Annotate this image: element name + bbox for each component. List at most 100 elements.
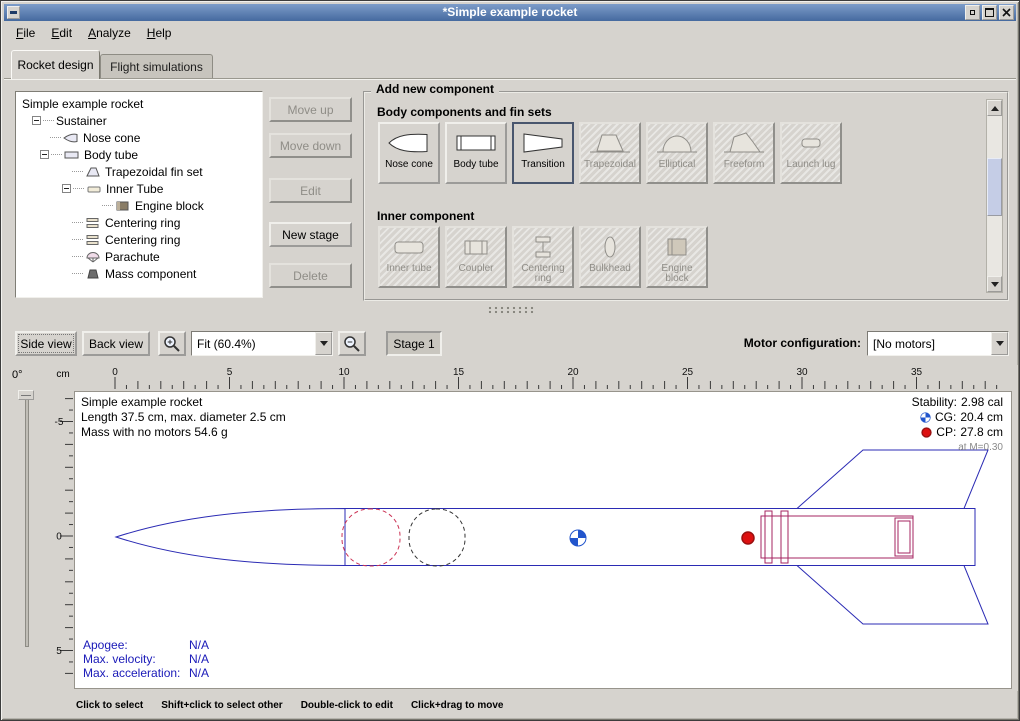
add-transition-button[interactable]: Transition (512, 122, 574, 184)
zoom-level-value: Fit (60.4%) (192, 337, 315, 351)
tree-item-engine-block[interactable]: Engine block (18, 197, 260, 214)
tree-item-parachute[interactable]: Parachute (18, 248, 260, 265)
tab-rocket-design[interactable]: Rocket design (11, 50, 100, 79)
splitter-handle[interactable] (487, 306, 535, 315)
tree-item-sustainer[interactable]: Sustainer (18, 112, 260, 129)
add-launch-lug-button[interactable]: Launch lug (780, 122, 842, 184)
tree-item-mass-component[interactable]: Mass component (18, 265, 260, 282)
transition-icon (521, 128, 565, 158)
zoom-level-select[interactable]: Fit (60.4%) (191, 331, 333, 356)
dropdown-button[interactable] (315, 332, 332, 355)
rocket-drawing-canvas[interactable]: Simple example rocket Length 37.5 cm, ma… (74, 391, 1012, 689)
minimize-button[interactable] (965, 5, 980, 20)
apogee-label: Apogee: (83, 638, 189, 652)
new-stage-button[interactable]: New stage (269, 222, 352, 247)
component-tree[interactable]: Simple example rocket Sustainer Nose con… (15, 91, 263, 298)
window-menu-icon[interactable] (7, 6, 20, 19)
dropdown-button[interactable] (991, 332, 1008, 355)
add-elliptical-fin-button[interactable]: Elliptical (646, 122, 708, 184)
chevron-down-icon (996, 341, 1004, 346)
apogee-value: N/A (189, 638, 209, 652)
tree-item-rocket[interactable]: Simple example rocket (18, 95, 260, 112)
tree-item-label: Simple example rocket (22, 97, 143, 111)
add-trapezoidal-fin-button[interactable]: Trapezoidal (579, 122, 641, 184)
add-inner-tube-button[interactable]: Inner tube (378, 226, 440, 288)
delete-button[interactable]: Delete (269, 263, 352, 288)
tree-item-centering-ring-1[interactable]: Centering ring (18, 214, 260, 231)
body-tube-icon (454, 128, 498, 158)
svg-text:15: 15 (453, 367, 465, 378)
scroll-up-button[interactable] (987, 100, 1002, 116)
rocket-view-panel: 0° cm 05101520253035 -505 (4, 365, 1018, 691)
tree-item-centering-ring-2[interactable]: Centering ring (18, 231, 260, 248)
tree-item-label: Body tube (84, 148, 138, 162)
cg-label: CG: (935, 410, 956, 425)
add-nose-cone-button[interactable]: Nose cone (378, 122, 440, 184)
collapse-expander-icon[interactable] (32, 116, 41, 125)
horizontal-ruler: 05101520253035 (74, 365, 1012, 391)
collapse-expander-icon[interactable] (40, 150, 49, 159)
tree-item-body-tube[interactable]: Body tube (18, 146, 260, 163)
edit-button[interactable]: Edit (269, 178, 352, 203)
hint-click-drag: Click+drag to move (411, 700, 504, 711)
move-up-button[interactable]: Move up (269, 97, 352, 122)
trapezoidal-fin-icon (588, 128, 632, 158)
component-panel-scrollbar[interactable] (986, 99, 1003, 293)
svg-text:5: 5 (227, 367, 233, 378)
title-bar[interactable]: *Simple example rocket (4, 4, 1016, 21)
svg-text:10: 10 (338, 367, 350, 378)
menu-help[interactable]: Help (139, 23, 180, 43)
motor-configuration-value: [No motors] (868, 337, 991, 351)
rotation-slider-track[interactable] (25, 395, 29, 647)
rotation-angle-label: 0° (12, 369, 23, 381)
add-body-tube-button[interactable]: Body tube (445, 122, 507, 184)
mass-component-icon (85, 268, 101, 280)
scrollbar-thumb[interactable] (987, 158, 1002, 216)
add-centering-ring-button[interactable]: Centering ring (512, 226, 574, 288)
svg-text:-5: -5 (55, 417, 64, 428)
rocket-dimensions: Length 37.5 cm, max. diameter 2.5 cm (81, 410, 286, 425)
mach-note: at M=0.30 (912, 440, 1003, 455)
add-engine-block-button[interactable]: Engine block (646, 226, 708, 288)
panel-top-edge (4, 78, 1016, 80)
app-window: *Simple example rocket File Edit Analyze… (0, 0, 1020, 721)
stage-1-toggle[interactable]: Stage 1 (386, 331, 442, 356)
motor-configuration-select[interactable]: [No motors] (867, 331, 1009, 356)
close-button[interactable] (999, 5, 1014, 20)
tree-item-nose-cone[interactable]: Nose cone (18, 129, 260, 146)
add-bulkhead-button[interactable]: Bulkhead (579, 226, 641, 288)
side-view-button[interactable]: Side view (15, 331, 77, 356)
scroll-down-button[interactable] (987, 276, 1002, 292)
tab-flight-simulations[interactable]: Flight simulations (100, 54, 213, 79)
zoom-out-button[interactable] (338, 331, 366, 356)
cp-marker (742, 532, 754, 544)
chevron-down-icon (320, 341, 328, 346)
tree-item-inner-tube[interactable]: Inner Tube (18, 180, 260, 197)
fin-set-icon (85, 166, 101, 178)
menu-file[interactable]: File (8, 23, 43, 43)
zoom-in-button[interactable] (158, 331, 186, 356)
back-view-button[interactable]: Back view (82, 331, 150, 356)
launch-lug-icon (789, 128, 833, 158)
rotation-slider-handle[interactable] (18, 390, 34, 400)
nose-cone-icon (63, 132, 79, 144)
move-down-button[interactable]: Move down (269, 133, 352, 158)
add-coupler-button[interactable]: Coupler (445, 226, 507, 288)
add-freeform-fin-button[interactable]: Freeform (713, 122, 775, 184)
window-title: *Simple example rocket (4, 4, 1016, 21)
cp-value: 27.8 cm (960, 425, 1003, 440)
tree-item-label: Parachute (105, 250, 160, 264)
svg-text:0: 0 (56, 532, 62, 543)
menu-bar: File Edit Analyze Help (4, 21, 1016, 44)
collapse-expander-icon[interactable] (62, 184, 71, 193)
centering-ring-icon (85, 234, 101, 246)
tree-item-label: Sustainer (56, 114, 107, 128)
centering-ring-icon (521, 232, 565, 262)
vertical-ruler: -505 (50, 391, 74, 689)
menu-analyze[interactable]: Analyze (80, 23, 139, 43)
maximize-button[interactable] (982, 5, 997, 20)
hint-double-click: Double-click to edit (301, 700, 393, 711)
coupler-icon (454, 232, 498, 262)
menu-edit[interactable]: Edit (43, 23, 80, 43)
tree-item-fin-set[interactable]: Trapezoidal fin set (18, 163, 260, 180)
